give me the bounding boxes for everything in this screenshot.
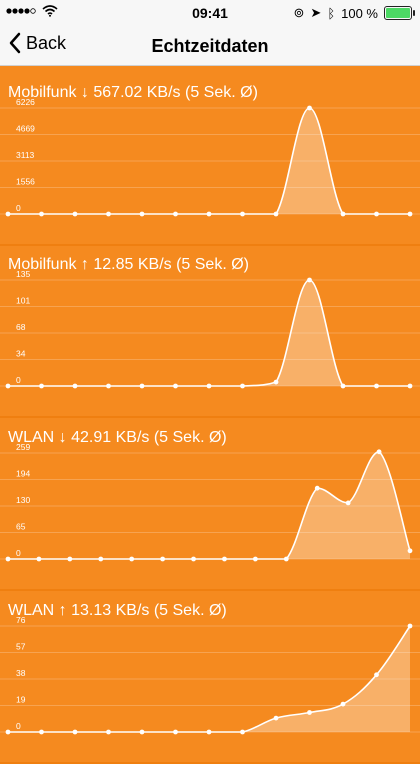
data-point	[173, 729, 178, 735]
navigation-bar: Back Echtzeitdaten	[0, 26, 420, 66]
data-point	[314, 485, 320, 491]
data-point	[307, 277, 312, 283]
data-point	[129, 556, 135, 562]
page-title: Echtzeitdaten	[151, 36, 269, 56]
data-point	[160, 556, 166, 562]
chart-mobile-upload: Mobilfunk ↑ 12.85 KB/s (5 Sek. Ø) 135 101…	[0, 248, 420, 418]
data-point	[39, 383, 44, 389]
data-point	[72, 729, 78, 735]
data-point	[340, 211, 346, 217]
data-point	[240, 383, 245, 389]
data-point	[139, 383, 145, 389]
data-point	[5, 556, 11, 562]
data-point	[374, 672, 379, 678]
data-point	[374, 383, 379, 389]
data-point	[72, 383, 78, 389]
data-point	[407, 548, 413, 554]
y-tick-label: 0	[16, 375, 21, 385]
data-point	[39, 729, 44, 735]
data-point	[206, 729, 212, 735]
chart-separator	[0, 416, 420, 418]
data-point	[191, 556, 196, 562]
data-point	[106, 211, 111, 217]
y-tick-label: 57	[16, 642, 26, 652]
status-bar: 09:41 ⊚ ➤ ᛒ 100 %	[0, 0, 420, 26]
data-point	[5, 729, 11, 735]
data-point	[67, 556, 73, 562]
y-tick-label: 76	[16, 615, 26, 625]
data-point	[407, 383, 413, 389]
y-tick-label: 0	[16, 721, 21, 731]
chart-canvas: 135 101 68 34 0	[0, 269, 420, 389]
battery-icon	[384, 6, 415, 20]
y-tick-label: 194	[16, 469, 30, 479]
data-point	[240, 211, 245, 217]
data-point	[345, 500, 351, 506]
status-right: ⊚ ➤ ᛒ 100 %	[293, 5, 415, 21]
y-tick-label: 34	[16, 349, 26, 359]
series-area	[8, 451, 410, 559]
data-point	[72, 211, 78, 217]
y-tick-label: 38	[16, 668, 26, 678]
y-tick-label: 4669	[16, 124, 35, 134]
y-tick-label: 1556	[16, 177, 35, 187]
data-point	[5, 383, 11, 389]
data-point	[39, 211, 44, 217]
bluetooth-icon: ᛒ	[327, 5, 336, 21]
data-point	[307, 105, 312, 111]
data-point	[106, 729, 111, 735]
data-point	[222, 556, 227, 562]
chart-canvas: 76 57 38 19 0	[0, 615, 420, 735]
data-point	[374, 211, 379, 217]
chart-separator	[0, 244, 420, 246]
y-tick-label: 135	[16, 269, 30, 279]
y-tick-label: 68	[16, 322, 26, 332]
data-point	[5, 211, 11, 217]
chart-canvas: 6226 4669 3113 1556 0	[0, 97, 420, 217]
orientation-lock-icon: ⊚	[293, 5, 305, 20]
data-point	[139, 211, 145, 217]
chart-wlan-upload: WLAN ↑ 13.13 KB/s (5 Sek. Ø) 76 57 38 19 0	[0, 594, 420, 764]
location-icon: ➤	[310, 5, 322, 20]
y-tick-label: 259	[16, 442, 30, 452]
y-tick-label: 130	[16, 495, 30, 505]
data-point	[340, 701, 346, 707]
data-point	[36, 556, 42, 562]
data-point	[173, 383, 178, 389]
data-point	[273, 715, 279, 721]
data-point	[407, 211, 413, 217]
data-point	[252, 556, 258, 562]
chart-wlan-download: WLAN ↓ 42.91 KB/s (5 Sek. Ø) 259 194 130 65…	[0, 421, 420, 591]
chart-mobile-download: Mobilfunk ↓ 567.02 KB/s (5 Sek. Ø) 6226 4…	[0, 76, 420, 246]
data-point	[273, 211, 279, 217]
y-tick-label: 0	[16, 548, 21, 558]
data-point	[273, 379, 279, 385]
data-point	[206, 211, 212, 217]
battery-percentage: 100 %	[341, 5, 378, 21]
y-tick-label: 6226	[16, 97, 35, 107]
y-tick-label: 101	[16, 296, 30, 306]
chart-canvas: 259 194 130 65 0	[0, 442, 420, 562]
data-point	[206, 383, 212, 389]
y-tick-label: 19	[16, 695, 26, 705]
data-point	[283, 556, 289, 562]
data-point	[307, 710, 312, 715]
data-point	[240, 729, 245, 735]
data-point	[106, 383, 111, 389]
chart-separator	[0, 589, 420, 591]
y-tick-label: 3113	[16, 150, 35, 160]
data-point	[407, 623, 413, 629]
data-point	[340, 383, 346, 389]
data-point	[139, 729, 145, 735]
data-point	[98, 556, 104, 562]
y-tick-label: 0	[16, 203, 21, 213]
y-tick-label: 65	[16, 522, 26, 532]
data-point	[173, 211, 178, 217]
data-point	[376, 449, 382, 455]
